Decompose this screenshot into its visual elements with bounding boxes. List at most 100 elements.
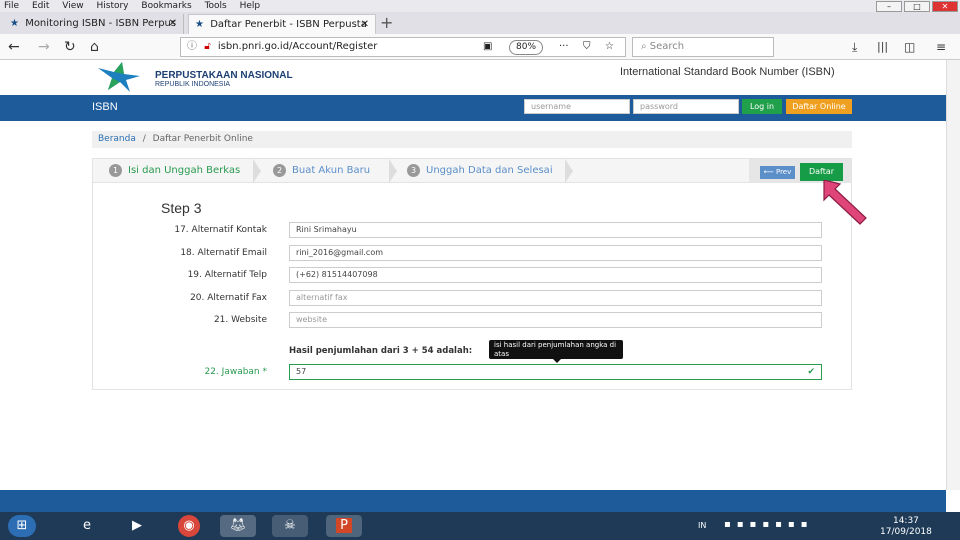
alt-contact-label: 17. Alternatif Kontak [174,225,267,235]
zoom-level[interactable]: 80% [509,40,544,55]
clock-date: 17/09/2018 [880,527,932,537]
breadcrumb-current: Daftar Penerbit Online [152,134,253,144]
website-field[interactable]: website [289,312,822,328]
site-favicon-icon: ★ [10,18,19,29]
menu-file[interactable]: File [4,1,19,11]
register-online-button[interactable]: Daftar Online [786,99,852,114]
pocket-icon[interactable]: ⛉ [583,38,591,56]
wizard-step-1[interactable]: 1 Isi dan Unggah Berkas [109,164,240,177]
form-row-alt-phone: 19. Alternatif Telp (+62) 81514407098 [93,267,851,285]
answer-label: 22. Jawaban * [204,367,267,377]
checkmark-icon: ✔ [807,367,815,377]
form-row-alt-contact: 17. Alternatif Kontak Rini Srimahayu [93,222,851,240]
windows-taskbar: ⊞ e ▶ ◉ 🦊︎ ☠ P IN ▪▪▪▪▪▪▪ 14:37 17/09/20… [0,512,960,540]
wizard-step-2[interactable]: 2 Buat Akun Baru [273,164,370,177]
registration-wizard: 1 Isi dan Unggah Berkas 2 Buat Akun Baru 3… [92,158,852,390]
pointer-arrow-icon [823,180,867,225]
menu-view[interactable]: View [62,1,83,11]
media-player-icon[interactable]: ▶ [126,515,148,537]
menu-help[interactable]: Help [240,1,261,11]
alt-contact-field[interactable]: Rini Srimahayu [289,222,822,238]
tooltip-arrow [553,359,561,363]
org-name: PERPUSTAKAAN NASIONAL [155,70,293,81]
org-subtitle: REPUBLIK INDONESIA [155,81,231,88]
site-navbar: ISBN username password Log in Daftar Onl… [0,95,946,121]
menu-edit[interactable]: Edit [32,1,49,11]
menu-tools[interactable]: Tools [205,1,227,11]
download-icon[interactable]: ⤓ [852,38,857,56]
internet-explorer-icon[interactable]: e [76,515,98,537]
menu-hamburger-icon[interactable]: ≡ [936,38,946,56]
info-icon[interactable]: ⓘ [187,41,197,52]
alt-fax-field[interactable]: alternatif fax [289,290,822,306]
input-language[interactable]: IN [698,521,706,530]
tab-monitoring[interactable]: ★ Monitoring ISBN - ISBN Perpus ✕ [4,14,184,34]
wizard-steps: 1 Isi dan Unggah Berkas 2 Buat Akun Baru 3… [93,159,851,183]
navigation-toolbar: ← → ↻ ⌂ ⓘ 🔓︎ isbn.pnri.go.id/Account/Reg… [0,34,960,60]
clock-time: 14:37 [892,516,919,526]
url-text: isbn.pnri.go.id/Account/Register [217,41,378,52]
site-header: PERPUSTAKAAN NASIONAL REPUBLIK INDONESIA… [0,60,960,95]
form-row-website: 21. Website website [93,312,851,330]
site-favicon-icon: ★ [195,19,204,30]
url-bar[interactable]: ⓘ 🔓︎ isbn.pnri.go.id/Account/Register ▣ … [180,37,626,57]
prev-button[interactable]: ⟵ Prev [760,166,795,179]
bookmark-star-icon[interactable]: ☆ [605,38,614,56]
answer-value: 57 [296,367,307,376]
insecure-lock-icon: 🔓︎ [204,41,211,52]
search-input[interactable]: ⌕ Search [632,37,774,57]
tab-daftar-penerbit[interactable]: ★ Daftar Penerbit - ISBN Perpusta ✕ [188,14,376,34]
menu-bar: File Edit View History Bookmarks Tools H… [0,0,960,12]
menu-bookmarks[interactable]: Bookmarks [141,1,191,11]
alt-phone-label: 19. Alternatif Telp [187,270,267,280]
minimize-button[interactable]: – [876,1,902,12]
step-divider [253,159,261,183]
page-actions-icon[interactable]: ··· [559,38,569,56]
perpusnas-logo-icon [98,62,140,92]
close-window-button[interactable]: ✕ [932,1,958,12]
arrow-left-icon: ⟵ [763,168,776,176]
system-tray-icon[interactable]: ▪▪▪▪▪▪▪ [724,519,813,530]
forward-icon[interactable]: → [38,38,50,56]
search-icon: ⌕ [641,41,650,52]
breadcrumb-home[interactable]: Beranda [98,134,136,144]
alt-email-field[interactable]: rini_2016@gmail.com [289,245,822,261]
answer-field[interactable]: 57 ✔ [289,364,822,380]
chrome-icon[interactable]: ◉ [178,515,200,537]
start-button-icon[interactable]: ⊞ [8,515,36,537]
close-tab-icon[interactable]: ✕ [169,14,177,34]
library-icon[interactable]: ||| [877,38,888,56]
powerpoint-icon[interactable]: P [326,515,362,537]
skull-app-icon[interactable]: ☠ [272,515,308,537]
site-footer [0,490,946,512]
form-row-alt-email: 18. Alternatif Email rini_2016@gmail.com [93,245,851,263]
firefox-icon[interactable]: 🦊︎ [220,515,256,537]
alt-phone-field[interactable]: (+62) 81514407098 [289,267,822,283]
step-divider [389,159,397,183]
sidebar-icon[interactable]: ◫ [904,38,915,56]
system-clock[interactable]: 14:37 17/09/2018 [880,516,932,538]
step-title: Step 3 [161,200,202,216]
reader-view-icon[interactable]: ▣ [483,38,492,56]
home-icon[interactable]: ⌂ [90,38,99,56]
alt-fax-label: 20. Alternatif Fax [190,293,267,303]
form-row-answer: 22. Jawaban * 57 ✔ [93,364,851,382]
menu-history[interactable]: History [96,1,128,11]
username-input[interactable]: username [524,99,630,114]
reload-icon[interactable]: ↻ [64,38,76,56]
new-tab-icon[interactable]: + [380,13,393,33]
login-button[interactable]: Log in [742,99,782,114]
step-divider [565,159,573,183]
page-scrollbar[interactable] [946,60,960,490]
captcha-tooltip: isi hasil dari penjumlahan angka di atas [489,340,623,359]
maximize-button[interactable]: □ [904,1,930,12]
daftar-submit-button[interactable]: Daftar [800,163,843,181]
wizard-step-3[interactable]: 3 Unggah Data dan Selesai [407,164,553,177]
brand-link[interactable]: ISBN [92,101,118,113]
website-label: 21. Website [213,315,267,325]
password-input[interactable]: password [633,99,739,114]
back-icon[interactable]: ← [8,38,20,56]
breadcrumb: Beranda / Daftar Penerbit Online [92,131,852,148]
close-tab-icon[interactable]: ✕ [361,15,369,35]
tab-bar: ★ Monitoring ISBN - ISBN Perpus ✕ ★ Daft… [0,12,960,34]
